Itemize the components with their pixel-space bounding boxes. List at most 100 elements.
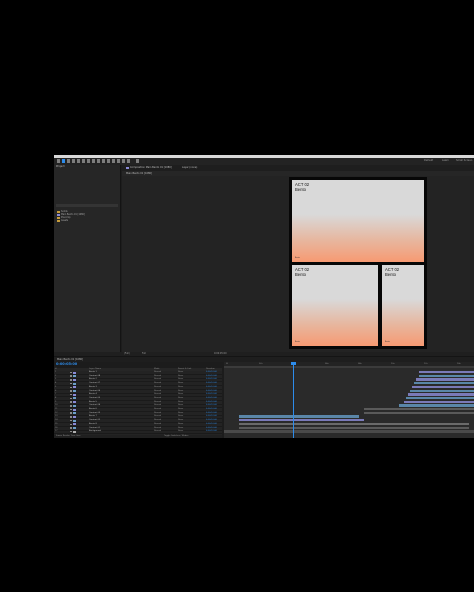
visibility-icon[interactable] [70, 375, 72, 377]
layer-duration-bar[interactable] [239, 422, 469, 426]
label-color-swatch[interactable] [73, 430, 76, 433]
layer-duration[interactable]: 0:00:10:00 [206, 419, 217, 422]
bento-card-large[interactable]: ACT 02 Bento Bento [292, 180, 424, 262]
layer-duration[interactable]: 0:00:10:00 [206, 397, 217, 400]
layer-mode-select[interactable]: Normal [154, 419, 161, 422]
layer-parent-select[interactable]: None [178, 419, 183, 422]
layer-name[interactable]: Bento 1 [89, 371, 97, 374]
clone-stamp-tool-icon[interactable] [112, 159, 115, 163]
layer-name[interactable]: Bento 2 [89, 378, 97, 381]
brush-tool-icon[interactable] [107, 159, 110, 163]
layer-duration-bar[interactable] [364, 408, 474, 411]
layer-duration[interactable]: 0:00:10:00 [206, 371, 217, 374]
layer-duration[interactable]: 0:00:10:00 [206, 375, 217, 378]
resolution-select[interactable]: Full [142, 352, 146, 356]
layer-duration[interactable]: 0:00:10:00 [206, 382, 217, 385]
bento-card-small[interactable]: ACT 02 Bento Bento [382, 265, 424, 346]
layer-duration-bar[interactable] [414, 382, 474, 385]
layer-parent-select[interactable]: None [178, 386, 183, 389]
layer-duration-bar[interactable] [239, 426, 469, 429]
label-color-swatch[interactable] [73, 415, 76, 418]
workspace-default[interactable]: Default [424, 159, 433, 163]
layer-mode-select[interactable]: Normal [154, 382, 161, 385]
layer-parent-select[interactable]: None [178, 390, 183, 393]
label-color-swatch[interactable] [73, 371, 76, 374]
current-time[interactable]: 0:00:05:00 [56, 362, 77, 367]
layer-duration-bar[interactable] [224, 430, 474, 433]
layer-mode-select[interactable]: Normal [154, 415, 161, 418]
label-color-swatch[interactable] [73, 378, 76, 381]
label-color-swatch[interactable] [73, 427, 76, 429]
project-item[interactable]: Assets [57, 219, 68, 222]
visibility-icon[interactable] [70, 419, 72, 422]
playhead[interactable] [293, 362, 294, 438]
layer-duration[interactable]: 0:00:10:00 [206, 415, 217, 418]
layer-duration-bar[interactable] [412, 385, 474, 389]
layer-name[interactable]: Bento 4 [89, 393, 97, 396]
layer-parent-select[interactable]: None [178, 427, 183, 430]
layer-mode-select[interactable]: Normal [154, 386, 161, 389]
layer-duration-bar[interactable] [408, 393, 474, 396]
layer-parent-select[interactable]: None [178, 408, 183, 411]
layer-parent-select[interactable]: None [178, 404, 183, 407]
label-color-swatch[interactable] [73, 397, 76, 400]
visibility-icon[interactable] [70, 393, 72, 396]
layer-name[interactable]: Background [89, 430, 101, 433]
tab-layer[interactable]: Layer (none) [182, 165, 197, 170]
label-color-swatch[interactable] [73, 408, 76, 411]
label-color-swatch[interactable] [73, 390, 76, 392]
layer-duration-bar[interactable] [404, 400, 474, 403]
shape-tool-icon[interactable] [92, 159, 95, 163]
layer-parent-select[interactable]: None [178, 375, 183, 378]
layer-duration[interactable]: 0:00:10:00 [206, 378, 217, 381]
layer-duration-bar[interactable] [419, 374, 474, 378]
artboard[interactable]: ACT 02 Bento Bento ACT 02 Bento Bento AC… [289, 177, 427, 349]
layer-parent-select[interactable]: None [178, 378, 183, 381]
label-color-swatch[interactable] [73, 386, 76, 389]
layer-mode-select[interactable]: Normal [154, 408, 161, 411]
visibility-icon[interactable] [70, 397, 72, 400]
project-search-input[interactable] [56, 204, 118, 207]
bento-card-medium[interactable]: ACT 02 Bento Bento [292, 265, 378, 346]
pen-tool-icon[interactable] [97, 159, 100, 163]
visibility-icon[interactable] [70, 382, 72, 385]
visibility-icon[interactable] [70, 408, 72, 411]
workspace-small-screen[interactable]: Small Screen [456, 159, 472, 163]
visibility-icon[interactable] [70, 390, 72, 392]
layer-parent-select[interactable]: None [178, 401, 183, 404]
toggle-modes-button[interactable]: Toggle Switches / Modes [164, 435, 188, 438]
layer-name[interactable]: Content 02 [89, 419, 100, 422]
layer-parent-select[interactable]: None [178, 430, 183, 433]
viewer-timecode[interactable]: 0:00:05:00 [214, 352, 227, 356]
layer-parent-select[interactable]: None [178, 415, 183, 418]
layer-duration-bar[interactable] [239, 415, 359, 418]
layer-name[interactable]: Bento 3 [89, 386, 97, 389]
layer-mode-select[interactable]: Normal [154, 430, 161, 433]
label-color-swatch[interactable] [73, 382, 76, 385]
visibility-icon[interactable] [70, 430, 72, 433]
layer-duration-bar[interactable] [364, 411, 474, 415]
layer-duration-bar[interactable] [410, 389, 474, 392]
layer-duration[interactable]: 0:00:10:00 [206, 430, 217, 433]
label-color-swatch[interactable] [73, 412, 76, 415]
layer-parent-select[interactable]: None [178, 371, 183, 374]
workspace-learn[interactable]: Learn [442, 159, 449, 163]
layer-name[interactable]: Content 07 [89, 382, 100, 385]
visibility-icon[interactable] [70, 379, 72, 381]
visibility-icon[interactable] [70, 401, 72, 403]
snapping-icon[interactable] [136, 159, 139, 163]
layer-parent-select[interactable]: None [178, 423, 183, 426]
layer-duration-bar[interactable] [239, 419, 364, 422]
visibility-icon[interactable] [70, 412, 72, 414]
layer-duration-bar[interactable] [416, 378, 474, 381]
label-color-swatch[interactable] [73, 401, 76, 404]
layer-mode-select[interactable]: Normal [154, 404, 161, 407]
breadcrumb-comp[interactable]: Main Bento 01 [1080] [126, 171, 152, 176]
layer-mode-select[interactable]: Normal [154, 397, 161, 400]
layer-name[interactable]: Bento 7 [89, 415, 97, 418]
layer-mode-select[interactable]: Normal [154, 393, 161, 396]
layer-duration[interactable]: 0:00:10:00 [206, 401, 217, 404]
rotate-tool-icon[interactable] [77, 159, 80, 163]
layer-duration[interactable]: 0:00:10:00 [206, 423, 217, 426]
layer-name[interactable]: Content 05 [89, 397, 100, 400]
